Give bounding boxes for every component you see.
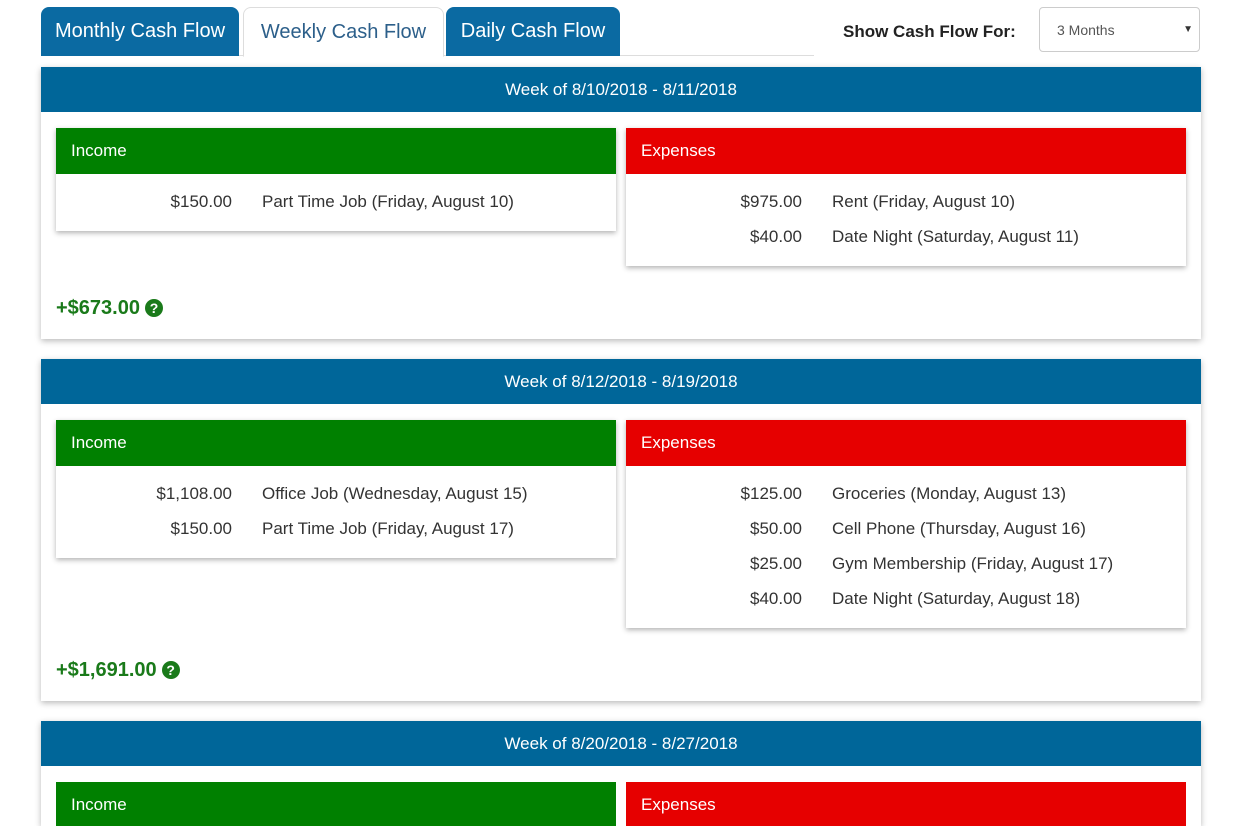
entry-description: Rent (Friday, August 10) bbox=[832, 192, 1015, 211]
income-header: Income bbox=[56, 420, 616, 466]
entry-amount: $150.00 bbox=[170, 519, 232, 538]
income-panel: Income $150.00 Part Time Job (Friday, Au… bbox=[56, 128, 616, 231]
entry-amount: $975.00 bbox=[740, 192, 802, 211]
tab-monthly-cash-flow[interactable]: Monthly Cash Flow bbox=[41, 7, 239, 56]
entry-description: Part Time Job (Friday, August 10) bbox=[262, 192, 514, 211]
net-total: +$1,691.00? bbox=[56, 658, 180, 682]
show-cash-flow-for-label: Show Cash Flow For: bbox=[843, 22, 1016, 41]
income-entry: $150.00 Part Time Job (Friday, August 10… bbox=[56, 184, 616, 219]
income-header: Income bbox=[56, 128, 616, 174]
expense-entry: $125.00 Groceries (Monday, August 13) bbox=[626, 476, 1186, 511]
expenses-header: Expenses bbox=[626, 782, 1186, 826]
entry-description: Groceries (Monday, August 13) bbox=[832, 484, 1067, 503]
entry-description: Office Job (Wednesday, August 15) bbox=[262, 484, 528, 503]
entry-description: Cell Phone (Thursday, August 16) bbox=[832, 519, 1086, 538]
entry-description: Part Time Job (Friday, August 17) bbox=[262, 519, 514, 538]
tab-weekly-cash-flow[interactable]: Weekly Cash Flow bbox=[243, 7, 444, 57]
entry-amount: $150.00 bbox=[170, 192, 232, 211]
caret-down-icon: ▼ bbox=[1183, 24, 1193, 35]
week-title: Week of 8/10/2018 - 8/11/2018 bbox=[41, 67, 1201, 112]
week-card: Week of 8/20/2018 - 8/27/2018 Income Exp… bbox=[41, 721, 1201, 826]
expense-entry: $50.00 Cell Phone (Thursday, August 16) bbox=[626, 511, 1186, 546]
week-card: Week of 8/12/2018 - 8/19/2018 Income $1,… bbox=[41, 359, 1201, 701]
entry-description: Gym Membership (Friday, August 17) bbox=[832, 554, 1114, 573]
expenses-panel: Expenses bbox=[626, 782, 1186, 826]
expense-entry: $40.00 Date Night (Saturday, August 18) bbox=[626, 581, 1186, 616]
entry-amount: $1,108.00 bbox=[156, 484, 232, 503]
entry-amount: $40.00 bbox=[750, 589, 802, 608]
expense-entry: $975.00 Rent (Friday, August 10) bbox=[626, 184, 1186, 219]
expenses-header: Expenses bbox=[626, 420, 1186, 466]
income-entry: $150.00 Part Time Job (Friday, August 17… bbox=[56, 511, 616, 546]
income-panel: Income $1,108.00 Office Job (Wednesday, … bbox=[56, 420, 616, 558]
cash-flow-tabs: Monthly Cash Flow Weekly Cash Flow Daily… bbox=[41, 7, 814, 57]
tab-daily-cash-flow[interactable]: Daily Cash Flow bbox=[446, 7, 620, 56]
week-title: Week of 8/12/2018 - 8/19/2018 bbox=[41, 359, 1201, 404]
income-entry: $1,108.00 Office Job (Wednesday, August … bbox=[56, 476, 616, 511]
net-amount: +$673.00 bbox=[56, 297, 140, 319]
expenses-panel: Expenses $975.00 Rent (Friday, August 10… bbox=[626, 128, 1186, 266]
entry-amount: $25.00 bbox=[750, 554, 802, 573]
week-title: Week of 8/20/2018 - 8/27/2018 bbox=[41, 721, 1201, 766]
income-header: Income bbox=[56, 782, 616, 826]
expense-entry: $25.00 Gym Membership (Friday, August 17… bbox=[626, 546, 1186, 581]
entry-amount: $125.00 bbox=[740, 484, 802, 503]
entry-amount: $40.00 bbox=[750, 227, 802, 246]
question-circle-icon[interactable]: ? bbox=[161, 661, 180, 679]
entry-description: Date Night (Saturday, August 11) bbox=[832, 227, 1079, 246]
week-card: Week of 8/10/2018 - 8/11/2018 Income $15… bbox=[41, 67, 1201, 339]
entry-description: Date Night (Saturday, August 18) bbox=[832, 589, 1081, 608]
expenses-panel: Expenses $125.00 Groceries (Monday, Augu… bbox=[626, 420, 1186, 628]
question-circle-icon[interactable]: ? bbox=[144, 299, 163, 317]
expenses-header: Expenses bbox=[626, 128, 1186, 174]
net-total: +$673.00? bbox=[56, 296, 163, 320]
expense-entry: $40.00 Date Night (Saturday, August 11) bbox=[626, 219, 1186, 254]
entry-amount: $50.00 bbox=[750, 519, 802, 538]
period-select-value: 3 Months bbox=[1057, 22, 1115, 38]
period-select[interactable]: 3 Months ▼ bbox=[1039, 7, 1200, 52]
net-amount: +$1,691.00 bbox=[56, 659, 157, 681]
income-panel: Income bbox=[56, 782, 616, 826]
